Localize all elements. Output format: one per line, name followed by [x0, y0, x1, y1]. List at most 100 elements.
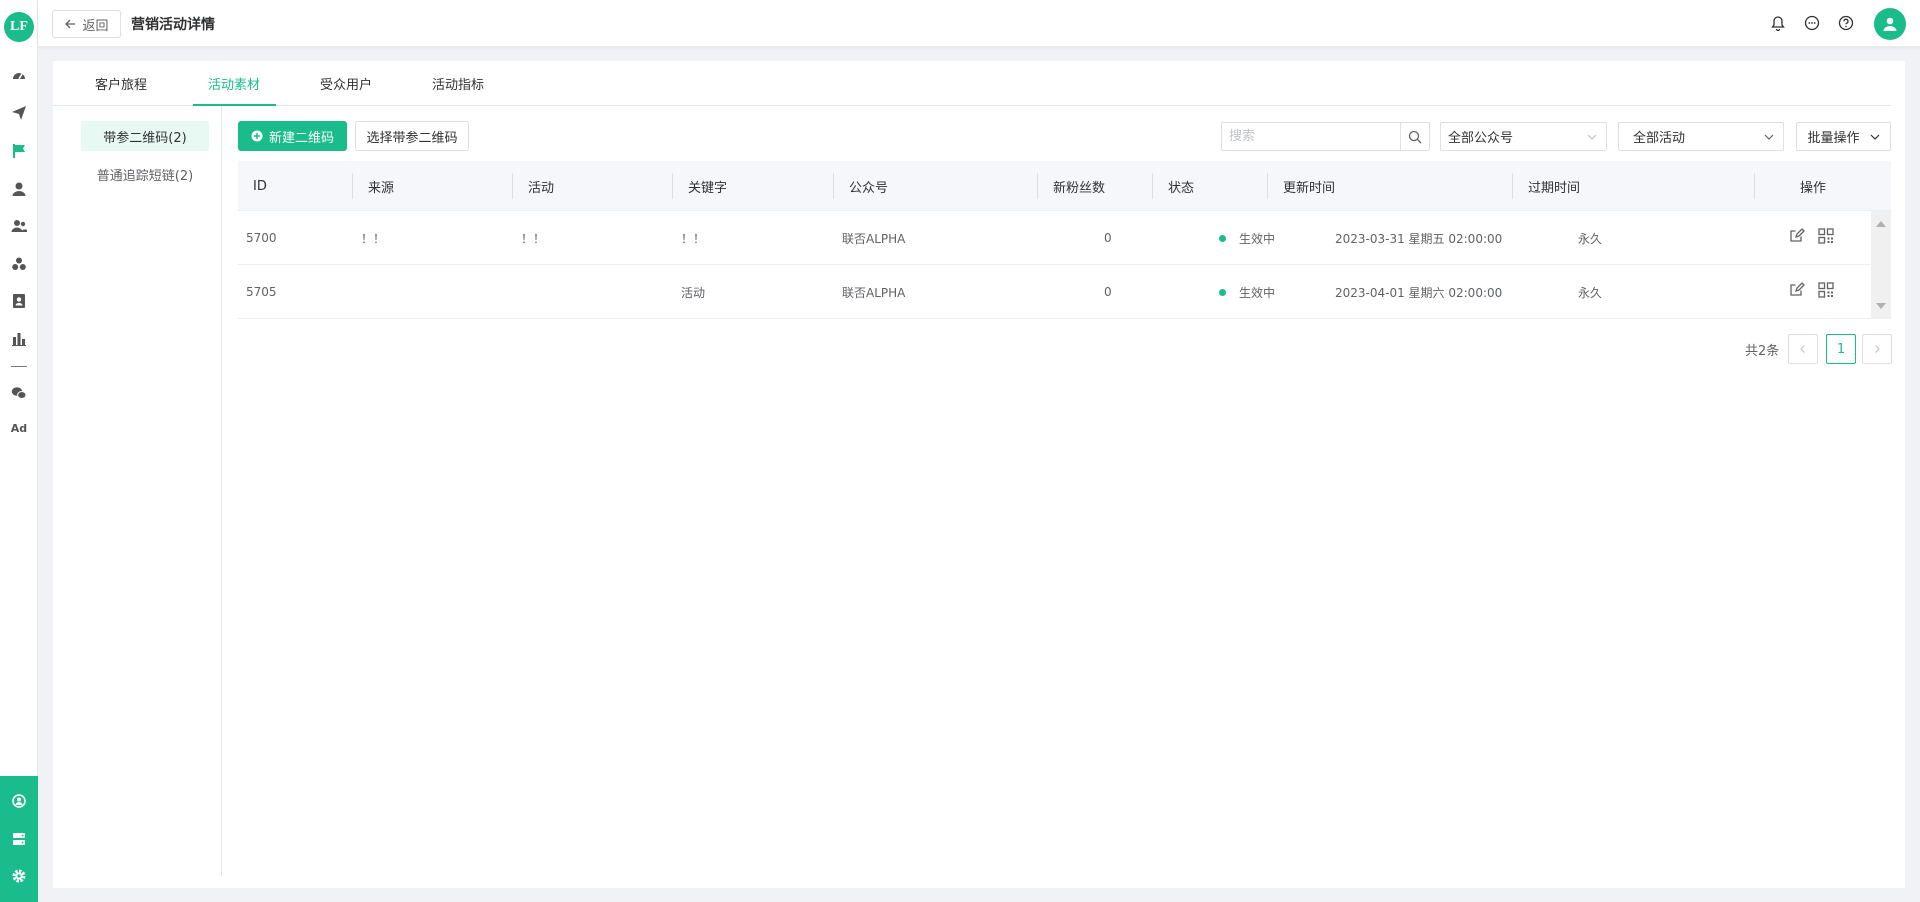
bell-icon[interactable]	[1769, 14, 1787, 32]
subnav-item-short-link[interactable]: 普通追踪短链(2)	[81, 159, 209, 189]
batch-operations-button[interactable]: 批量操作	[1796, 122, 1891, 151]
search-input[interactable]	[1222, 123, 1400, 150]
col-new-fans: 新粉丝数	[1038, 161, 1153, 211]
search-button[interactable]	[1400, 123, 1429, 150]
table-scrollbar[interactable]	[1871, 211, 1891, 319]
user-icon[interactable]	[9, 179, 29, 199]
left-rail: LF Ad	[0, 0, 38, 902]
col-account: 公众号	[834, 161, 1038, 211]
col-status: 状态	[1153, 161, 1268, 211]
plus-circle-icon	[251, 130, 263, 142]
col-expires: 过期时间	[1513, 161, 1755, 211]
pagination-next-button[interactable]	[1862, 334, 1892, 364]
table-body: 5700 ！！ ！！ ！！ 联否ALPHA 0 生效中 2023-03-31 星…	[238, 211, 1871, 319]
bar-chart-icon[interactable]	[9, 329, 29, 349]
contact-card-icon[interactable]	[9, 291, 29, 311]
tab-audience-users[interactable]: 受众用户	[320, 74, 372, 93]
pagination-prev-button[interactable]	[1788, 334, 1818, 364]
sub-navigation: 带参二维码(2) 普通追踪短链(2)	[53, 106, 222, 876]
activity-select-value: 全部活动	[1633, 131, 1686, 146]
status-dot	[1219, 234, 1226, 242]
cell-expires: 永久	[1578, 231, 1603, 246]
col-actions: 操作	[1799, 180, 1826, 196]
activity-select[interactable]: 全部活动	[1618, 122, 1784, 151]
user-avatar-icon	[1883, 17, 1897, 31]
back-label: 返回	[82, 18, 109, 34]
top-header: 返回 营销活动详情	[38, 0, 1920, 47]
content-card: 客户旅程 活动素材 受众用户 活动指标 带参二维码(2) 普通追踪短链(2) 新…	[53, 61, 1905, 888]
cell-id: 5700	[246, 231, 277, 245]
col-id: ID	[238, 161, 353, 211]
tab-activity-metrics[interactable]: 活动指标	[432, 74, 484, 93]
users-group-icon[interactable]	[9, 216, 29, 236]
chevron-down-icon	[1870, 134, 1879, 140]
page-title: 营销活动详情	[131, 17, 215, 33]
chevron-right-icon	[1875, 345, 1880, 353]
chevron-down-icon	[1764, 134, 1774, 140]
scroll-down-icon[interactable]	[1876, 303, 1886, 309]
cell-new-fans: 0	[1104, 285, 1112, 299]
arrow-left-icon	[65, 19, 76, 29]
new-qr-label: 新建二维码	[268, 130, 334, 146]
message-icon[interactable]	[1803, 14, 1821, 32]
tab-bar: 客户旅程 活动素材 受众用户 活动指标	[53, 61, 1891, 106]
status-badge: 生效中	[1239, 285, 1276, 300]
cell-status: 生效中	[1219, 265, 1275, 319]
pagination-page-1[interactable]: 1	[1826, 334, 1856, 364]
qr-code-icon[interactable]	[1817, 281, 1835, 299]
new-qr-button[interactable]: 新建二维码	[238, 121, 347, 151]
rail-divider	[11, 366, 27, 367]
avatar[interactable]	[1874, 8, 1906, 40]
batch-label: 批量操作	[1807, 131, 1860, 146]
chevron-down-icon	[1587, 134, 1597, 140]
cell-expires: 永久	[1578, 285, 1603, 300]
qr-table: ID 来源 活动 关键字 公众号 新粉丝数 状态 更新时间 过期时间 操作 57…	[238, 161, 1891, 319]
tab-customer-journey[interactable]: 客户旅程	[95, 74, 147, 93]
table-header: ID 来源 活动 关键字 公众号 新粉丝数 状态 更新时间 过期时间 操作	[238, 161, 1891, 211]
cell-status: 生效中	[1219, 211, 1275, 265]
segments-icon[interactable]	[9, 254, 29, 274]
network-icon[interactable]	[9, 791, 29, 811]
search-box	[1221, 122, 1430, 151]
flag-icon[interactable]	[9, 141, 29, 161]
col-activity: 活动	[513, 161, 673, 211]
cell-keyword: ！！	[681, 231, 706, 246]
tab-activity-materials[interactable]: 活动素材	[208, 74, 260, 93]
cell-id: 5705	[246, 285, 277, 299]
edit-icon[interactable]	[1788, 227, 1806, 245]
rail-bottom-panel	[0, 776, 38, 902]
account-select[interactable]: 全部公众号	[1440, 122, 1607, 151]
back-button[interactable]: 返回	[52, 10, 121, 38]
help-icon[interactable]	[1837, 14, 1855, 32]
search-icon	[1408, 130, 1422, 143]
table-row: 5700 ！！ ！！ ！！ 联否ALPHA 0 生效中 2023-03-31 星…	[238, 211, 1871, 265]
ad-icon[interactable]: Ad	[8, 422, 30, 435]
cell-new-fans: 0	[1104, 231, 1112, 245]
cell-updated: 2023-03-31 星期五 02:00:00	[1335, 231, 1503, 246]
edit-icon[interactable]	[1788, 281, 1806, 299]
select-qr-button[interactable]: 选择带参二维码	[355, 121, 469, 151]
qr-code-icon[interactable]	[1817, 227, 1835, 245]
status-badge: 生效中	[1239, 231, 1276, 246]
cell-keyword: 活动	[681, 285, 706, 300]
col-updated: 更新时间	[1268, 161, 1513, 211]
scroll-up-icon[interactable]	[1876, 221, 1886, 227]
cell-account: 联否ALPHA	[842, 231, 906, 246]
col-keyword: 关键字	[673, 161, 834, 211]
wechat-icon[interactable]	[9, 383, 29, 403]
dashboard-icon[interactable]	[9, 66, 29, 86]
table-row: 5705 活动 联否ALPHA 0 生效中 2023-04-01 星期六 02:…	[238, 265, 1871, 319]
cell-account: 联否ALPHA	[842, 285, 906, 300]
pagination-total: 共2条	[1745, 344, 1780, 359]
cell-source: ！！	[361, 231, 386, 246]
logo-text: LF	[10, 19, 28, 34]
account-select-value: 全部公众号	[1448, 131, 1514, 146]
status-dot	[1219, 288, 1226, 296]
gear-icon[interactable]	[9, 866, 29, 886]
app-logo[interactable]: LF	[4, 12, 34, 42]
send-icon[interactable]	[9, 103, 29, 123]
server-icon[interactable]	[9, 829, 29, 849]
chevron-left-icon	[1800, 345, 1805, 353]
cell-activity: ！！	[521, 231, 546, 246]
subnav-item-param-qr[interactable]: 带参二维码(2)	[81, 121, 209, 151]
